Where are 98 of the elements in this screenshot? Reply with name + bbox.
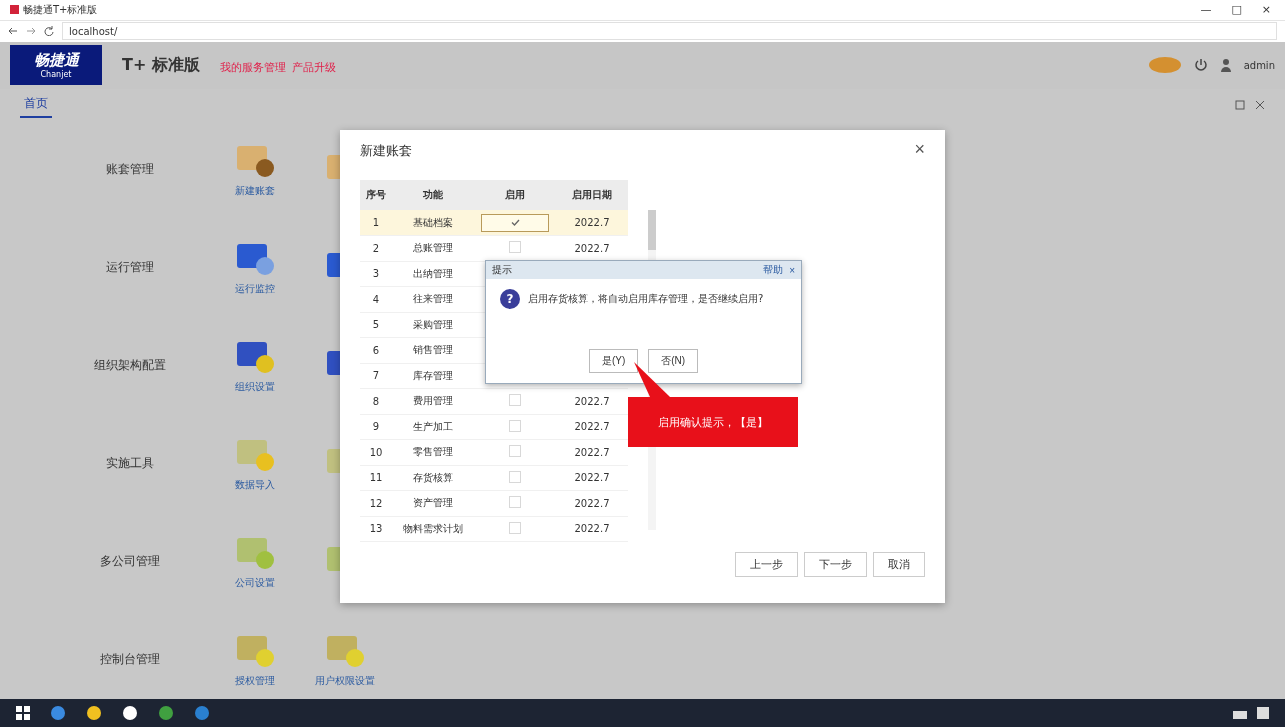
category-label: 账套管理 — [105, 161, 155, 179]
table-row[interactable]: 2 总账管理 2022.7 — [360, 235, 628, 261]
scrollbar-thumb[interactable] — [648, 210, 656, 250]
window-control[interactable]: × — [1261, 3, 1271, 17]
checkbox[interactable] — [509, 521, 521, 534]
table-cell: 生产加工 — [392, 414, 474, 440]
app-label[interactable]: 用户权限设置 — [315, 673, 375, 688]
checkbox[interactable] — [509, 496, 521, 509]
dialog-button[interactable]: 取消 — [873, 552, 925, 577]
table-row[interactable]: 1 基础档案 2022.7 — [360, 210, 628, 236]
table-cell: 9 — [360, 414, 392, 440]
taskbar-app-icon[interactable] — [122, 704, 138, 721]
check-icon — [510, 219, 520, 226]
favicon-icon — [10, 5, 19, 15]
category-label: 多公司管理 — [99, 553, 161, 571]
table-row[interactable]: 11 存货核算 2022.7 — [360, 465, 628, 491]
dialog-button[interactable]: 上一步 — [735, 552, 798, 577]
table-cell: 8 — [360, 388, 392, 414]
table-cell: 费用管理 — [392, 388, 474, 414]
app-label[interactable]: 公司设置 — [235, 575, 275, 590]
table-cell: 3 — [360, 261, 392, 287]
app-label[interactable]: 新建账套 — [235, 183, 275, 198]
checkbox[interactable] — [481, 213, 549, 232]
close-button[interactable]: × — [908, 138, 931, 161]
close-button[interactable]: × — [789, 264, 795, 276]
window-control[interactable]: — — [1200, 3, 1212, 17]
prompt-button[interactable]: 是(Y) — [588, 349, 639, 373]
table-cell: 采购管理 — [392, 312, 474, 338]
table-cell: 2022.7 — [556, 516, 628, 542]
notification-icon[interactable] — [1257, 706, 1269, 719]
table-cell: 10 — [360, 439, 392, 465]
power-icon[interactable] — [1193, 58, 1208, 73]
user-icon[interactable] — [1219, 58, 1232, 73]
table-cell: 2 — [360, 235, 392, 261]
reload-icon[interactable] — [44, 26, 54, 37]
column-header: 功能 — [392, 180, 474, 210]
user-name[interactable]: admin — [1243, 59, 1275, 71]
prompt-button[interactable]: 否(N) — [648, 349, 699, 373]
table-cell: 总账管理 — [392, 235, 474, 261]
column-header: 启用日期 — [556, 180, 628, 210]
table-cell: 销售管理 — [392, 337, 474, 363]
table-cell: 往来管理 — [392, 286, 474, 312]
table-row[interactable]: 12 资产管理 2022.7 — [360, 490, 628, 516]
address-field[interactable]: localhost/ — [62, 22, 1277, 41]
table-cell: 基础档案 — [392, 210, 474, 236]
app-label[interactable]: 组织设置 — [235, 379, 275, 394]
logo: 畅捷通 Chanjet — [10, 45, 102, 86]
checkbox[interactable] — [509, 445, 521, 458]
table-cell: 13 — [360, 516, 392, 542]
back-icon[interactable] — [8, 27, 18, 36]
table-cell: 资产管理 — [392, 490, 474, 516]
product-name: T+ 标准版 — [122, 54, 200, 76]
checkbox[interactable] — [509, 241, 521, 254]
checkbox[interactable] — [509, 470, 521, 483]
app-label[interactable]: 数据导入 — [235, 477, 275, 492]
table-row[interactable]: 8 费用管理 2022.7 — [360, 388, 628, 414]
help-link[interactable]: 帮助 — [763, 263, 784, 277]
table-row[interactable]: 9 生产加工 2022.7 — [360, 414, 628, 440]
table-cell: 2022.7 — [556, 210, 628, 236]
category-label: 组织架构配置 — [93, 357, 167, 375]
windows-start-icon[interactable] — [16, 705, 30, 720]
table-cell: 2022.7 — [556, 465, 628, 491]
home-tab[interactable]: 首页 — [20, 91, 52, 119]
prompt-message: 启用存货核算，将自动启用库存管理，是否继续启用? — [528, 292, 764, 306]
table-cell: 5 — [360, 312, 392, 338]
category-label: 实施工具 — [105, 455, 155, 473]
browser-tab[interactable]: 畅捷通T+标准版 — [10, 2, 160, 17]
question-icon: ? — [500, 289, 520, 309]
table-cell: 出纳管理 — [392, 261, 474, 287]
category-label: 控制台管理 — [99, 651, 161, 669]
column-header: 序号 — [360, 180, 392, 210]
table-cell: 1 — [360, 210, 392, 236]
table-row[interactable]: 10 零售管理 2022.7 — [360, 439, 628, 465]
table-cell: 零售管理 — [392, 439, 474, 465]
checkbox[interactable] — [509, 419, 521, 432]
table-cell: 11 — [360, 465, 392, 491]
app-label[interactable]: 授权管理 — [235, 673, 275, 688]
table-cell: 7 — [360, 363, 392, 389]
table-cell: 存货核算 — [392, 465, 474, 491]
table-row[interactable]: 13 物料需求计划 2022.7 — [360, 516, 628, 542]
table-cell: 6 — [360, 337, 392, 363]
forward-icon[interactable] — [26, 27, 36, 36]
taskbar-app-icon[interactable] — [86, 704, 102, 721]
dialog-button[interactable]: 下一步 — [804, 552, 867, 577]
table-cell: 12 — [360, 490, 392, 516]
checkbox[interactable] — [509, 394, 521, 407]
column-header: 启用 — [474, 180, 556, 210]
window-control[interactable]: □ — [1231, 3, 1242, 17]
app-label[interactable]: 运行监控 — [235, 281, 275, 296]
table-cell: 物料需求计划 — [392, 516, 474, 542]
restore-icon[interactable] — [1235, 99, 1245, 110]
category-label: 运行管理 — [105, 259, 155, 277]
table-cell: 2022.7 — [556, 490, 628, 516]
close-icon[interactable] — [1255, 99, 1265, 110]
table-cell: 4 — [360, 286, 392, 312]
prompt-title: 提示 — [492, 263, 512, 277]
dialog-title: 新建账套 — [360, 142, 412, 160]
table-cell: 库存管理 — [392, 363, 474, 389]
